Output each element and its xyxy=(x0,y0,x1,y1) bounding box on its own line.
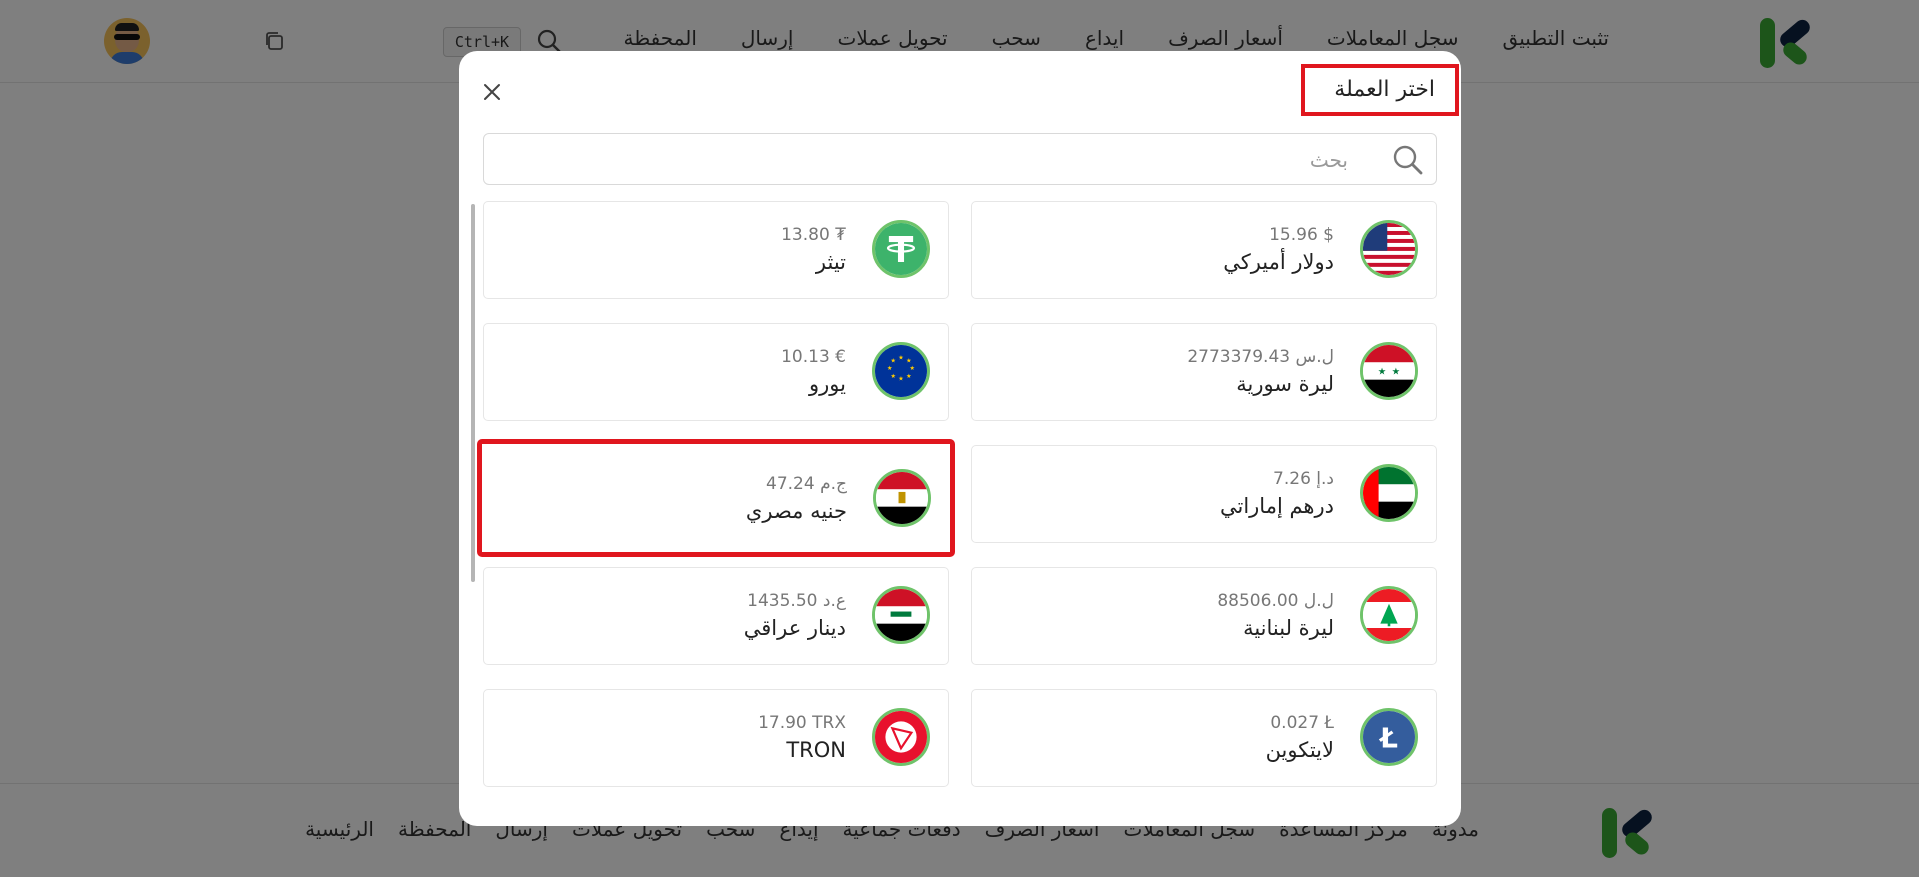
currency-balance: 88506.00 ل.ل xyxy=(1217,591,1334,611)
currency-card-ltc[interactable]: Ł 0.027 Ł لايتكوين xyxy=(971,689,1437,787)
currency-balance: 1435.50 ع.د xyxy=(747,591,846,611)
svg-text:★: ★ xyxy=(898,376,904,383)
currency-card-trx[interactable]: 17.90 TRX TRON xyxy=(483,689,949,787)
iraq-flag-icon xyxy=(872,586,930,644)
scrollbar[interactable] xyxy=(471,204,475,582)
litecoin-icon: Ł xyxy=(1360,708,1418,766)
svg-text:★: ★ xyxy=(906,373,912,380)
svg-text:★: ★ xyxy=(898,355,904,362)
currency-name: تيثر xyxy=(815,250,846,274)
currency-name: TRON xyxy=(786,738,846,762)
currency-balance: 0.027 Ł xyxy=(1270,713,1334,733)
modal-title: اختر العملة xyxy=(1301,64,1459,116)
svg-text:★: ★ xyxy=(887,365,893,372)
currency-picker-modal: اختر العملة 15.96 $ xyxy=(459,51,1461,826)
search-icon xyxy=(1393,145,1423,175)
svg-text:Ł: Ł xyxy=(1378,721,1398,754)
egypt-flag-icon xyxy=(873,469,931,527)
currency-balance: 2773379.43 ل.س xyxy=(1187,347,1334,367)
svg-text:★: ★ xyxy=(890,373,896,380)
svg-text:★: ★ xyxy=(1378,366,1387,377)
currency-name: لايتكوين xyxy=(1265,738,1334,762)
currency-card-usdt[interactable]: 13.80 ₮ تيثر xyxy=(483,201,949,299)
currency-name: ليرة سورية xyxy=(1236,372,1334,396)
currency-balance: 15.96 $ xyxy=(1269,225,1334,245)
svg-text:★: ★ xyxy=(906,357,912,364)
currency-card-iqd[interactable]: 1435.50 ع.د دينار عراقي xyxy=(483,567,949,665)
tron-icon xyxy=(872,708,930,766)
svg-text:★: ★ xyxy=(1392,366,1401,377)
currency-balance: 13.80 ₮ xyxy=(781,225,846,245)
currency-card-aed[interactable]: 7.26 د.إ درهم إماراتي xyxy=(971,445,1437,543)
currency-name: يورو xyxy=(809,372,846,396)
currency-card-usd[interactable]: 15.96 $ دولار أميركي xyxy=(971,201,1437,299)
currency-card-lbp[interactable]: 88506.00 ل.ل ليرة لبنانية xyxy=(971,567,1437,665)
syria-flag-icon: ★ ★ xyxy=(1360,342,1418,400)
currency-name: دولار أميركي xyxy=(1223,250,1334,274)
currency-card-eur[interactable]: ★ ★ ★ ★ ★ ★ ★ ★ 10.13 € يورو xyxy=(483,323,949,421)
currency-balance: 10.13 € xyxy=(781,347,846,367)
svg-text:★: ★ xyxy=(890,357,896,364)
us-flag-icon xyxy=(1360,220,1418,278)
currency-balance: 7.26 د.إ xyxy=(1273,469,1334,489)
search-box xyxy=(483,133,1437,186)
close-icon[interactable] xyxy=(479,79,505,105)
svg-text:★: ★ xyxy=(910,365,916,372)
currency-balance: 47.24 ج.م xyxy=(766,474,847,494)
uae-flag-icon xyxy=(1360,464,1418,522)
eu-flag-icon: ★ ★ ★ ★ ★ ★ ★ ★ xyxy=(872,342,930,400)
currency-name: ليرة لبنانية xyxy=(1243,616,1334,640)
currency-card-egp[interactable]: 47.24 ج.م جنيه مصري xyxy=(477,439,955,557)
currency-balance: 17.90 TRX xyxy=(758,713,846,733)
search-input[interactable] xyxy=(526,134,1350,186)
currency-name: جنيه مصري xyxy=(745,499,847,523)
tether-icon xyxy=(872,220,930,278)
lebanon-flag-icon xyxy=(1360,586,1418,644)
currency-name: دينار عراقي xyxy=(743,616,846,640)
currency-name: درهم إماراتي xyxy=(1219,494,1334,518)
currency-card-syp[interactable]: ★ ★ 2773379.43 ل.س ليرة سورية xyxy=(971,323,1437,421)
